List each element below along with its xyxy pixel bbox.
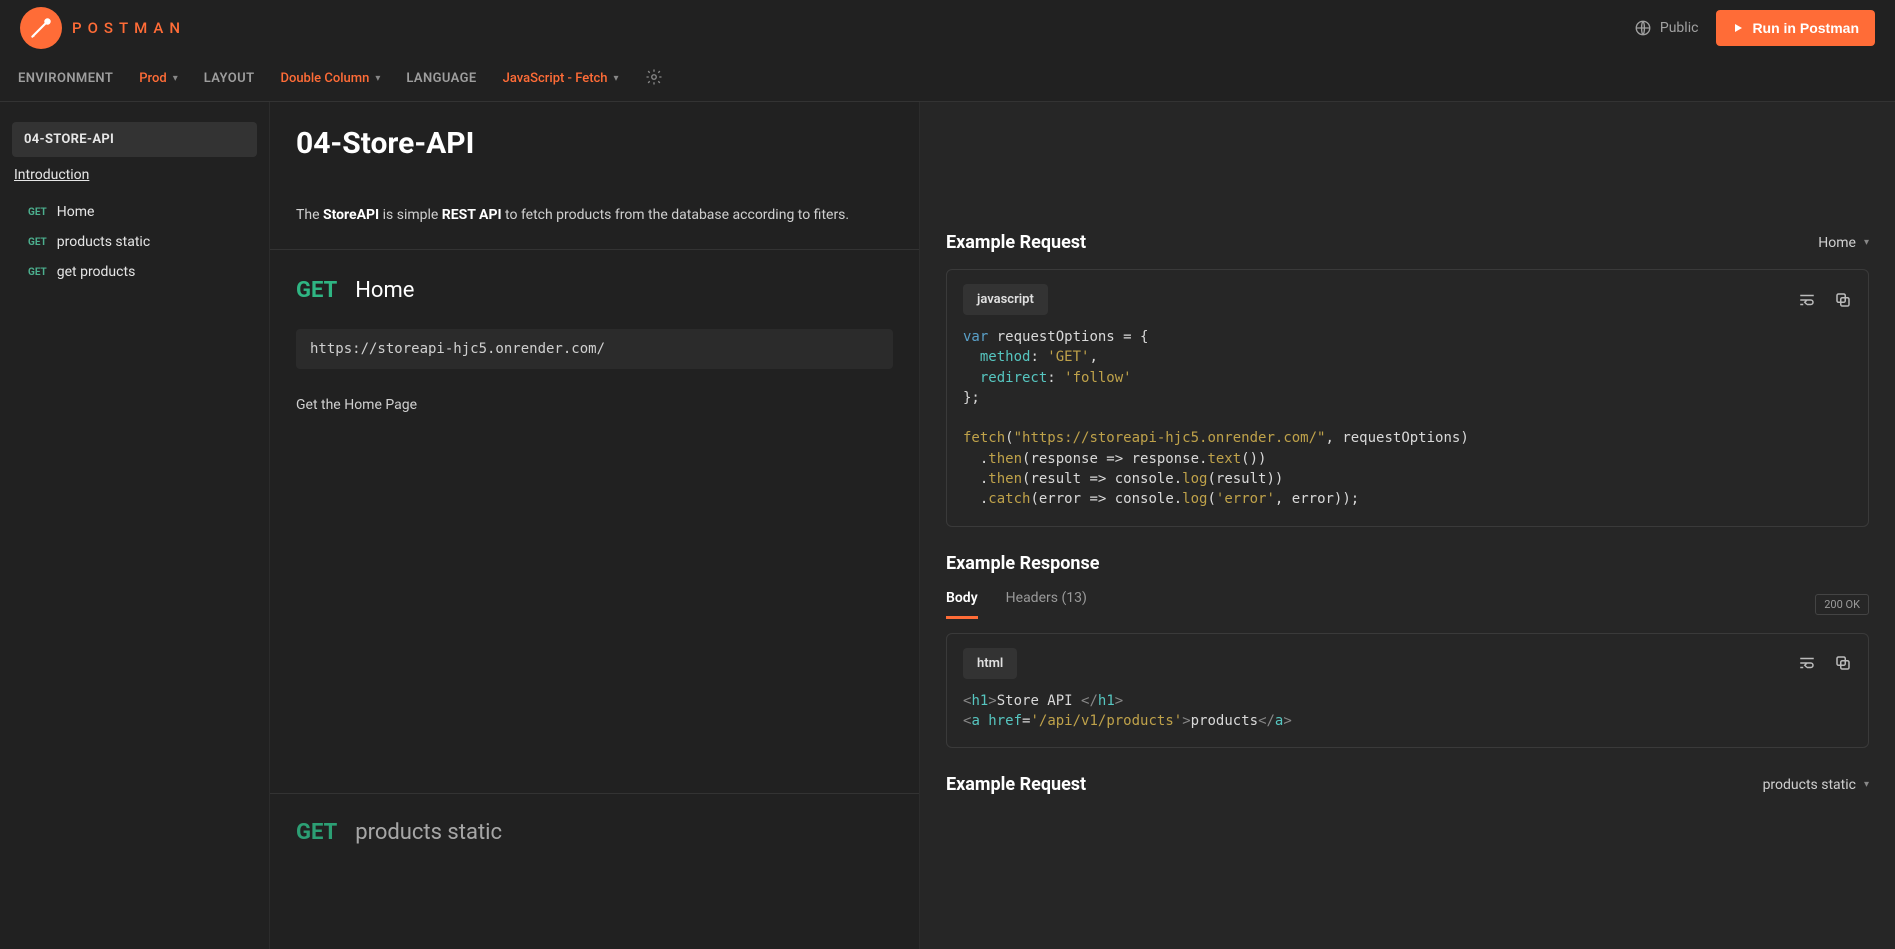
method-badge: GET xyxy=(28,237,47,248)
chevron-down-icon: ▾ xyxy=(614,73,619,84)
page-title: 04-Store-API xyxy=(296,126,893,161)
copy-button[interactable] xyxy=(1834,654,1852,672)
endpoint-url[interactable]: https://storeapi-hjc5.onrender.com/ xyxy=(296,329,893,369)
topbar: POSTMAN Public Run in Postman xyxy=(0,0,1895,56)
method-badge: GET xyxy=(28,267,47,278)
sidebar-intro[interactable]: Introduction xyxy=(12,157,257,197)
request-code[interactable]: var requestOptions = { method: 'GET', re… xyxy=(963,327,1852,510)
layout-select[interactable]: Double Column ▾ xyxy=(280,71,380,86)
globe-icon xyxy=(1634,19,1652,37)
sidebar-item-label: Home xyxy=(57,204,95,220)
example-request-title: Example Request xyxy=(946,774,1086,795)
response-code[interactable]: <h1>Store API </h1> <a href='/api/v1/pro… xyxy=(963,691,1852,732)
chevron-down-icon: ▾ xyxy=(1864,779,1869,790)
play-icon xyxy=(1732,22,1744,34)
example-request-title: Example Request xyxy=(946,232,1086,253)
logo[interactable]: POSTMAN xyxy=(20,7,186,49)
sidebar-item-label: products static xyxy=(57,234,150,250)
brand-name: POSTMAN xyxy=(72,19,186,37)
language-label: LANGUAGE xyxy=(406,71,476,86)
divider xyxy=(270,249,919,250)
page-description: The StoreAPI is simple REST API to fetch… xyxy=(296,207,893,223)
env-label: ENVIRONMENT xyxy=(18,71,113,86)
chevron-down-icon: ▾ xyxy=(173,73,178,84)
env-select[interactable]: Prod ▾ xyxy=(139,71,177,86)
example-request-select[interactable]: products static ▾ xyxy=(1763,777,1869,793)
response-tabs: Body Headers (13) 200 OK xyxy=(946,590,1869,619)
sidebar-title[interactable]: 04-STORE-API xyxy=(12,122,257,157)
run-in-postman-button[interactable]: Run in Postman xyxy=(1716,10,1875,46)
wrap-lines-button[interactable] xyxy=(1798,291,1816,309)
example-request-select[interactable]: Home ▾ xyxy=(1818,235,1869,251)
wrap-icon xyxy=(1798,654,1816,672)
copy-icon xyxy=(1834,654,1852,672)
http-method: GET xyxy=(296,278,337,303)
chevron-down-icon: ▾ xyxy=(375,73,380,84)
response-code-card: html <h1>Store API </h1> <a href='/api/v… xyxy=(946,633,1869,749)
sidebar-item-get-products[interactable]: GET get products xyxy=(12,257,257,287)
endpoint-description: Get the Home Page xyxy=(296,397,893,413)
postman-logo-icon xyxy=(20,7,62,49)
endpoint-header-home: GET Home xyxy=(296,278,893,303)
gear-icon xyxy=(645,68,663,86)
language-chip: javascript xyxy=(963,284,1048,315)
endpoint-name: Home xyxy=(355,278,414,303)
content-layout: 04-STORE-API Introduction GET Home GET p… xyxy=(0,102,1895,949)
visibility-public[interactable]: Public xyxy=(1634,19,1699,37)
example-request-header: Example Request Home ▾ xyxy=(946,232,1869,253)
endpoint-name: products static xyxy=(355,820,502,845)
request-code-card: javascript var requestOptions = { method… xyxy=(946,269,1869,527)
status-badge: 200 OK xyxy=(1815,594,1869,615)
tab-headers[interactable]: Headers (13) xyxy=(1006,590,1087,619)
language-select[interactable]: JavaScript - Fetch ▾ xyxy=(503,71,619,86)
wrap-lines-button[interactable] xyxy=(1798,654,1816,672)
sidebar-item-products-static[interactable]: GET products static xyxy=(12,227,257,257)
top-right: Public Run in Postman xyxy=(1634,10,1875,46)
wrap-icon xyxy=(1798,291,1816,309)
sidebar: 04-STORE-API Introduction GET Home GET p… xyxy=(0,102,269,949)
copy-button[interactable] xyxy=(1834,291,1852,309)
settings-button[interactable] xyxy=(645,68,663,90)
tab-body[interactable]: Body xyxy=(946,590,978,619)
example-column: Example Request Home ▾ javascript xyxy=(920,102,1895,949)
language-chip: html xyxy=(963,648,1017,679)
chevron-down-icon: ▾ xyxy=(1864,237,1869,248)
sidebar-item-label: get products xyxy=(57,264,136,280)
run-label: Run in Postman xyxy=(1752,20,1859,36)
method-badge: GET xyxy=(28,207,47,218)
http-method: GET xyxy=(296,820,337,845)
copy-icon xyxy=(1834,291,1852,309)
sidebar-item-home[interactable]: GET Home xyxy=(12,197,257,227)
example-request-header-2: Example Request products static ▾ xyxy=(946,774,1869,795)
public-label: Public xyxy=(1660,20,1699,36)
main-column: 04-Store-API The StoreAPI is simple REST… xyxy=(269,102,920,949)
endpoint-header-products-static: GET products static xyxy=(270,793,919,845)
toolbar: ENVIRONMENT Prod ▾ LAYOUT Double Column … xyxy=(0,56,1895,102)
layout-label: LAYOUT xyxy=(204,71,255,86)
example-response-title: Example Response xyxy=(946,553,1869,574)
